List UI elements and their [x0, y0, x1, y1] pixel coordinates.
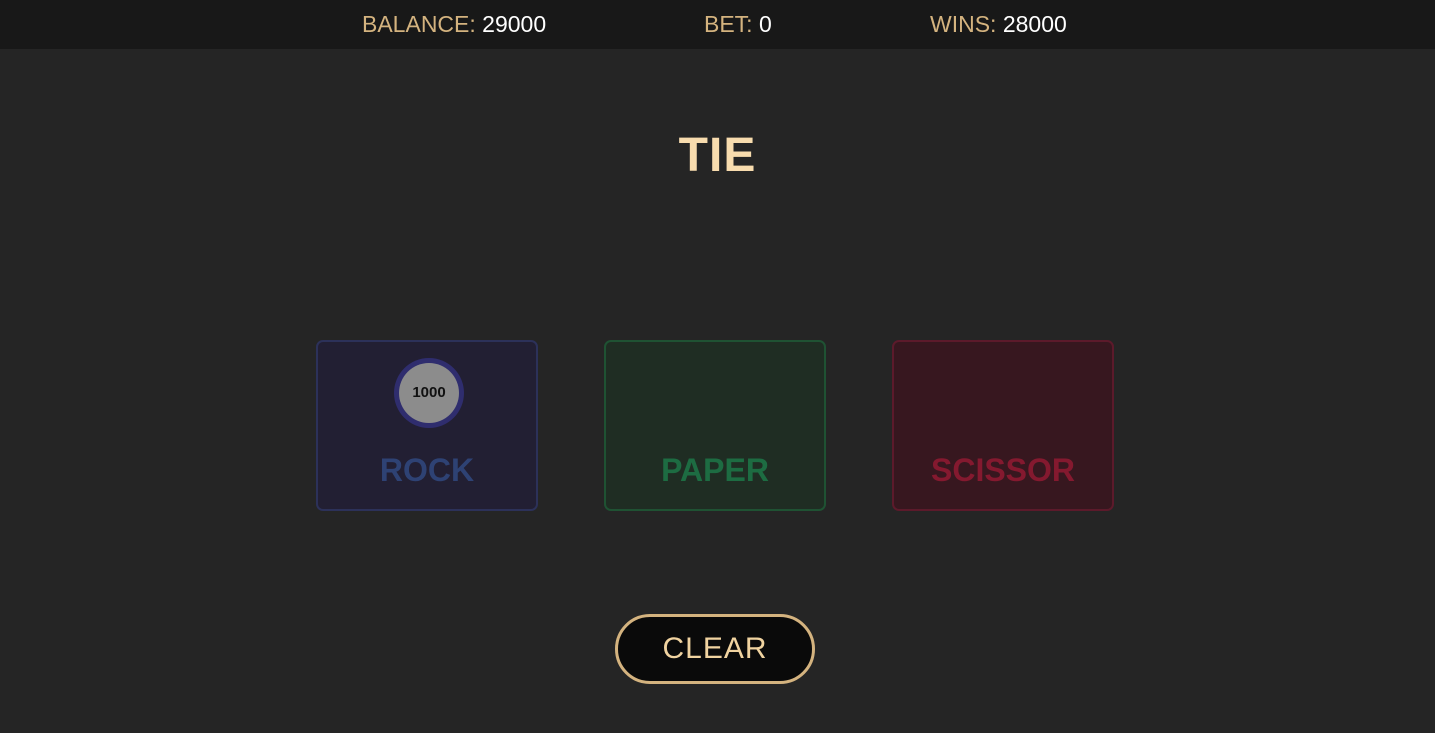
paper-bet-box[interactable]: PAPER — [604, 340, 826, 511]
bet-value: 0 — [758, 11, 772, 37]
wins-stat: WINS: 28000 — [930, 10, 1067, 38]
rock-bet-box[interactable]: 1000 ROCK — [316, 340, 538, 511]
paper-label: PAPER — [661, 452, 769, 488]
scissor-label: SCISSOR — [930, 452, 1076, 488]
bet-chip[interactable]: 1000 — [394, 358, 464, 428]
wins-label: WINS: — [930, 11, 997, 37]
rock-label: ROCK — [379, 452, 475, 488]
bet-label: BET: — [704, 11, 753, 37]
wins-value: 28000 — [1002, 11, 1067, 37]
balance-label: BALANCE: — [362, 11, 476, 37]
scissor-bet-box[interactable]: SCISSOR — [892, 340, 1114, 511]
balance-stat: BALANCE: 29000 — [362, 10, 546, 38]
round-result: TIE — [678, 129, 757, 182]
bet-chip-value: 1000 — [399, 363, 459, 423]
balance-value: 29000 — [482, 11, 547, 37]
clear-button[interactable]: CLEAR — [615, 614, 815, 684]
bet-stat: BET: 0 — [704, 10, 772, 38]
top-bar: BALANCE: 29000 BET: 0 WINS: 28000 — [0, 0, 1435, 49]
